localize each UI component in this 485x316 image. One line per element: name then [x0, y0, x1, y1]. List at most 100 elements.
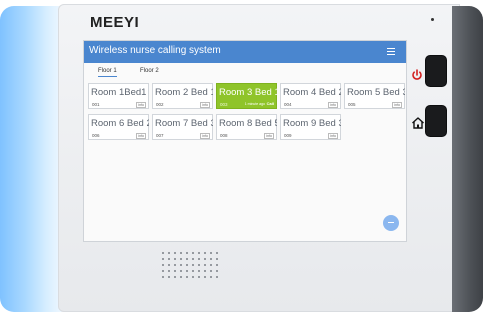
- info-badge[interactable]: info: [200, 133, 210, 139]
- tab-floor-2[interactable]: Floor 2: [140, 68, 159, 74]
- room-card[interactable]: Room 9 Bed 3 009 info: [280, 114, 341, 140]
- speaker-hole: [186, 276, 188, 278]
- speaker-hole: [204, 276, 206, 278]
- speaker-hole: [162, 270, 164, 272]
- speaker-hole: [198, 258, 200, 260]
- room-id: 009: [284, 133, 292, 138]
- speaker-hole: [216, 258, 218, 260]
- info-badge[interactable]: info: [264, 133, 274, 139]
- home-button[interactable]: [426, 106, 446, 136]
- speaker-hole: [198, 276, 200, 278]
- device-side-panel: [452, 6, 483, 312]
- speaker-hole: [186, 258, 188, 260]
- info-badge[interactable]: info: [136, 133, 146, 139]
- room-card[interactable]: Room 5 Bed 3 005 info: [344, 83, 405, 109]
- speaker-hole: [180, 270, 182, 272]
- speaker-hole: [192, 252, 194, 254]
- room-name: Room 5 Bed 3: [347, 87, 405, 98]
- tab-floor-1[interactable]: Floor 1: [98, 68, 117, 77]
- speaker-hole: [168, 252, 170, 254]
- speaker-hole: [168, 258, 170, 260]
- speaker-hole: [204, 270, 206, 272]
- call-label: Call: [266, 101, 274, 106]
- speaker-hole: [174, 276, 176, 278]
- speaker-hole: [216, 270, 218, 272]
- speaker-hole: [198, 270, 200, 272]
- call-time: 1 minute ago: [244, 102, 265, 106]
- info-badge[interactable]: info: [328, 102, 338, 108]
- brand-logo: MEEYI: [90, 14, 140, 31]
- speaker-hole: [168, 264, 170, 266]
- speaker-hole: [204, 258, 206, 260]
- speaker-hole: [192, 258, 194, 260]
- speaker-hole: [180, 264, 182, 266]
- room-name: Room 2 Bed 1: [155, 87, 213, 98]
- room-name: Room 6 Bed 2: [91, 118, 149, 129]
- power-icon: [412, 69, 422, 80]
- speaker-hole: [210, 276, 212, 278]
- room-card[interactable]: Room 6 Bed 2 006 info: [88, 114, 149, 140]
- speaker-hole: [210, 252, 212, 254]
- speaker-hole: [192, 276, 194, 278]
- room-name: Room 1Bed1: [91, 87, 147, 98]
- nurse-call-terminal: MEEYI Wireless nurse calling system Floo…: [0, 0, 485, 316]
- room-name: Room 8 Bed 5: [219, 118, 277, 129]
- speaker-hole: [186, 264, 188, 266]
- room-card[interactable]: Room 4 Bed 2 004 info: [280, 83, 341, 109]
- speaker-hole: [174, 270, 176, 272]
- speaker-hole: [192, 270, 194, 272]
- front-sensor: [431, 18, 434, 21]
- room-id: 008: [220, 133, 228, 138]
- speaker-hole: [186, 252, 188, 254]
- room-id: 005: [348, 102, 356, 107]
- speaker-hole: [180, 258, 182, 260]
- speaker-hole: [162, 252, 164, 254]
- room-name: Room 9 Bed 3: [283, 118, 341, 129]
- room-id: 003: [220, 102, 228, 107]
- power-button[interactable]: [426, 56, 446, 86]
- floating-action-button[interactable]: [383, 215, 399, 231]
- app-bar: Wireless nurse calling system: [84, 41, 406, 63]
- hamburger-menu-icon[interactable]: [387, 48, 395, 55]
- speaker-hole: [162, 276, 164, 278]
- floor-tabs: Floor 1 Floor 2: [84, 65, 406, 79]
- room-card-alert[interactable]: Room 3 Bed 1 003 1 minute ago Call: [216, 83, 277, 109]
- speaker-hole: [162, 264, 164, 266]
- room-card[interactable]: Room 2 Bed 1 002 info: [152, 83, 213, 109]
- room-name: Room 7 Bed 3: [155, 118, 213, 129]
- speaker-hole: [204, 252, 206, 254]
- room-id: 001: [92, 102, 100, 107]
- room-id: 002: [156, 102, 164, 107]
- info-badge[interactable]: info: [200, 102, 210, 108]
- room-id: 006: [92, 133, 100, 138]
- info-badge[interactable]: info: [328, 133, 338, 139]
- room-card[interactable]: Room 1Bed1 001 info: [88, 83, 149, 109]
- speaker-hole: [174, 264, 176, 266]
- room-id: 004: [284, 102, 292, 107]
- speaker-hole: [168, 276, 170, 278]
- minus-icon: [388, 222, 394, 223]
- speaker-hole: [168, 270, 170, 272]
- display-screen: Wireless nurse calling system Floor 1 Fl…: [83, 40, 407, 242]
- room-name: Room 4 Bed 2: [283, 87, 341, 98]
- room-id: 007: [156, 133, 164, 138]
- room-name: Room 3 Bed 1: [219, 87, 277, 98]
- speaker-hole: [204, 264, 206, 266]
- speaker-hole: [210, 264, 212, 266]
- app-title: Wireless nurse calling system: [89, 45, 221, 56]
- led-light-bar: [0, 6, 62, 312]
- speaker-hole: [174, 252, 176, 254]
- speaker-hole: [162, 258, 164, 260]
- speaker-hole: [210, 258, 212, 260]
- info-badge[interactable]: info: [392, 102, 402, 108]
- info-badge[interactable]: info: [136, 102, 146, 108]
- speaker-hole: [210, 270, 212, 272]
- room-card[interactable]: Room 7 Bed 3 007 info: [152, 114, 213, 140]
- speaker-hole: [192, 264, 194, 266]
- home-icon: [412, 117, 424, 129]
- speaker-hole: [216, 264, 218, 266]
- room-card[interactable]: Room 8 Bed 5 008 info: [216, 114, 277, 140]
- speaker-hole: [198, 252, 200, 254]
- speaker-hole: [216, 276, 218, 278]
- speaker-hole: [180, 252, 182, 254]
